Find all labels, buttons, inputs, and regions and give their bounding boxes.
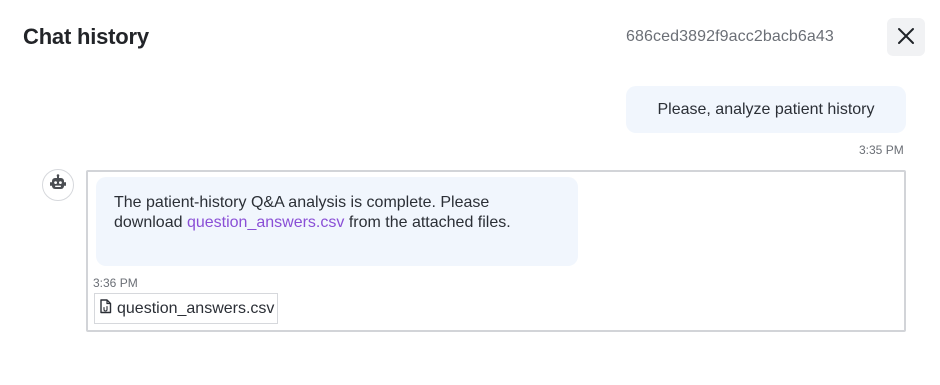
assistant-message-timestamp: 3:36 PM bbox=[93, 276, 138, 290]
file-download-link[interactable]: question_answers.csv bbox=[187, 214, 344, 231]
assistant-message-text-after: from the attached files. bbox=[344, 214, 511, 231]
file-icon bbox=[99, 298, 112, 319]
user-message-timestamp: 3:35 PM bbox=[859, 143, 904, 157]
chat-id-label: 686ced3892f9acc2bacb6a43 bbox=[626, 28, 834, 45]
close-button[interactable] bbox=[887, 18, 925, 56]
chat-history-panel: Chat history 686ced3892f9acc2bacb6a43 Pl… bbox=[0, 0, 940, 385]
close-icon bbox=[896, 26, 916, 49]
panel-title: Chat history bbox=[23, 24, 149, 49]
assistant-message-container: The patient-history Q&A analysis is comp… bbox=[86, 170, 906, 332]
user-message-text: Please, analyze patient history bbox=[657, 100, 875, 118]
attachment-chip[interactable]: question_answers.csv bbox=[94, 293, 279, 324]
bot-avatar bbox=[42, 169, 74, 201]
attachment-filename: question_answers.csv bbox=[117, 299, 275, 317]
assistant-message-bubble: The patient-history Q&A analysis is comp… bbox=[96, 177, 578, 266]
user-message-bubble: Please, analyze patient history bbox=[626, 86, 906, 133]
robot-icon bbox=[49, 173, 67, 197]
